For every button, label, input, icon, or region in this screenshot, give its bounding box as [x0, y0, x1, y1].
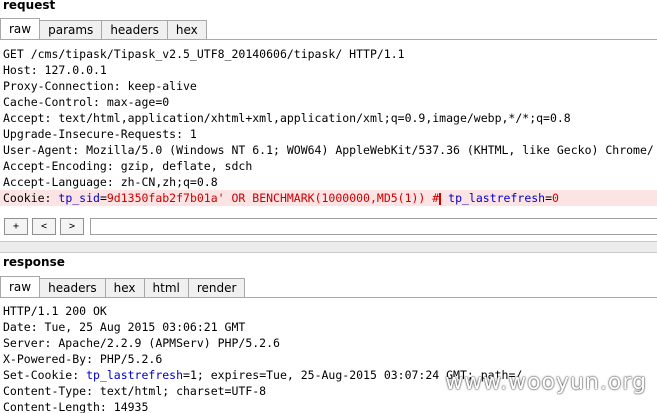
split-divider[interactable] [0, 241, 657, 253]
request-tabs: raw params headers hex [0, 18, 207, 39]
tab-response-render[interactable]: render [187, 278, 246, 297]
request-editor[interactable]: GET /cms/tipask/Tipask_v2.5_UTF8_2014060… [0, 39, 657, 218]
cookie-equals: = [545, 191, 553, 205]
request-label: request [3, 0, 56, 12]
cookie-prefix: Cookie: [3, 191, 59, 205]
tab-request-hex[interactable]: hex [166, 20, 207, 39]
request-line: Host: 127.0.0.1 [3, 63, 107, 77]
tab-response-headers[interactable]: headers [39, 278, 106, 297]
add-button[interactable]: + [4, 218, 28, 235]
request-line: User-Agent: Mozilla/5.0 (Windows NT 6.1;… [3, 143, 654, 157]
forward-button[interactable]: > [60, 218, 84, 235]
cookie-name-lastrefresh: tp_lastrefresh [448, 191, 546, 205]
cookie-equals: = [99, 191, 107, 205]
response-line: Server: Apache/2.2.9 (APMServ) PHP/5.2.6 [3, 336, 280, 350]
cookie-value-lastrefresh: 0 [552, 191, 559, 205]
request-navigation-bar: + < > [0, 217, 657, 237]
request-line: Proxy-Connection: keep-alive [3, 79, 197, 93]
tab-request-raw[interactable]: raw [0, 18, 41, 39]
response-line: Content-Length: 14935 [3, 400, 149, 413]
watermark-text: www.wooyun.org [445, 370, 647, 395]
setcookie-name: tp_lastrefresh [86, 368, 184, 382]
tab-response-html[interactable]: html [143, 278, 189, 297]
tab-request-headers[interactable]: headers [101, 20, 168, 39]
setcookie-prefix: Set-Cookie: [3, 368, 87, 382]
search-input[interactable] [90, 218, 657, 235]
request-cookie-line: Cookie: tp_sid=9d1350fab2f7b01a' OR BENC… [0, 190, 657, 206]
cookie-value-sid: 9d1350fab2f7b01a' OR BENCHMARK(1000000,M… [106, 191, 440, 205]
request-line: Accept: text/html,application/xhtml+xml,… [3, 111, 571, 125]
request-line: Cache-Control: max-age=0 [3, 95, 170, 109]
tab-request-params[interactable]: params [39, 20, 103, 39]
request-line: Upgrade-Insecure-Requests: 1 [3, 127, 197, 141]
cookie-name-sid: tp_sid [58, 191, 100, 205]
tab-response-hex[interactable]: hex [104, 278, 145, 297]
back-button[interactable]: < [32, 218, 56, 235]
request-line: Accept-Language: zh-CN,zh;q=0.8 [3, 175, 218, 189]
response-label: response [3, 255, 65, 269]
response-line: Date: Tue, 25 Aug 2015 03:06:21 GMT [3, 320, 246, 334]
request-line: Accept-Encoding: gzip, deflate, sdch [3, 159, 253, 173]
request-line: GET /cms/tipask/Tipask_v2.5_UTF8_2014060… [3, 47, 405, 61]
response-line: X-Powered-By: PHP/5.2.6 [3, 352, 163, 366]
response-viewer[interactable]: HTTP/1.1 200 OK Date: Tue, 25 Aug 2015 0… [0, 297, 657, 413]
response-line: HTTP/1.1 200 OK [3, 304, 107, 318]
response-tabs: raw headers hex html render [0, 276, 246, 297]
tab-response-raw[interactable]: raw [0, 276, 41, 297]
